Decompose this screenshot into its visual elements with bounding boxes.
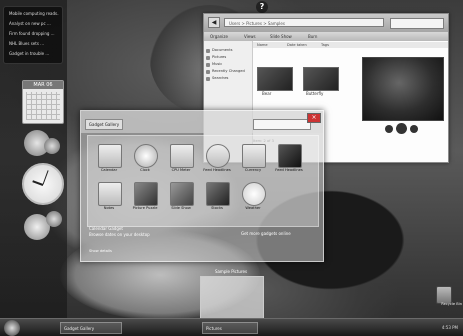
explorer-toolbar: Organize Views Slide Show Burn bbox=[204, 32, 448, 41]
nav-item[interactable]: Recently Changed bbox=[212, 69, 245, 74]
column-date[interactable]: Date taken bbox=[287, 42, 307, 48]
news-gadget[interactable]: Mobile computing reads... Analyst on new… bbox=[3, 6, 63, 64]
file-label[interactable]: Butterfly bbox=[306, 91, 323, 96]
folder-icon bbox=[206, 77, 210, 81]
gallery-titlebar[interactable]: Gadget Gallery × bbox=[81, 111, 323, 133]
file-thumbnail[interactable] bbox=[257, 67, 293, 91]
photo-preview[interactable] bbox=[362, 57, 444, 121]
gadget-puzzle-icon[interactable] bbox=[134, 182, 158, 206]
gadget-label: Currency bbox=[244, 168, 262, 172]
taskbar: Gadget Gallery Pictures 4:53 PM bbox=[0, 318, 463, 336]
gallery-search-input[interactable] bbox=[253, 119, 311, 130]
clock-gadget[interactable] bbox=[22, 163, 64, 205]
gadget-stocks-icon[interactable] bbox=[206, 182, 230, 206]
gadget-description: Calendar Gadget Browse dates on your des… bbox=[89, 226, 209, 238]
news-item[interactable]: Analyst on new pc ... bbox=[9, 21, 59, 26]
calendar-grid bbox=[26, 92, 60, 120]
file-label[interactable]: Bear bbox=[262, 91, 271, 96]
gadget-feed-icon[interactable] bbox=[206, 144, 230, 168]
news-item[interactable]: NHL Blues sets ... bbox=[9, 41, 59, 46]
gadget-label: Feed Headlines bbox=[203, 168, 231, 172]
file-thumbnail[interactable] bbox=[303, 67, 339, 91]
gadget-gallery-window[interactable]: Gadget Gallery × Calendar Clock CPU Mete… bbox=[80, 110, 324, 262]
more-gadgets-link[interactable]: Get more gadgets online bbox=[241, 231, 321, 237]
toolbar-organize[interactable]: Organize bbox=[210, 32, 228, 41]
gadget-slideshow-icon[interactable] bbox=[170, 182, 194, 206]
play-button[interactable] bbox=[396, 123, 407, 134]
gadget-label: CPU Meter bbox=[171, 168, 191, 172]
gadget-currency-icon[interactable] bbox=[242, 144, 266, 168]
back-button[interactable]: ◀ bbox=[208, 17, 220, 28]
gadget-label: Calendar bbox=[100, 168, 118, 172]
gadget-label: Stocks bbox=[211, 206, 223, 210]
gadget-label: Clock bbox=[140, 168, 150, 172]
nav-item[interactable]: Searches bbox=[212, 76, 228, 81]
next-button[interactable] bbox=[410, 125, 418, 133]
gadget-label: Feed Headlines bbox=[275, 168, 303, 172]
address-bar[interactable]: Users > Pictures > Samples bbox=[224, 18, 384, 27]
gadget-label: Slide Show bbox=[171, 206, 191, 210]
gadget-notes-icon[interactable] bbox=[98, 182, 122, 206]
recycle-bin-label: Recycle Bin bbox=[441, 302, 462, 306]
previous-button[interactable] bbox=[385, 125, 393, 133]
taskbar-thumbnail-preview[interactable] bbox=[200, 276, 264, 320]
gadget-label: Weather bbox=[245, 206, 261, 210]
folder-icon bbox=[206, 63, 210, 67]
folder-icon bbox=[206, 70, 210, 74]
gadget-cpu-icon[interactable] bbox=[170, 144, 194, 168]
toolbar-burn[interactable]: Burn bbox=[308, 32, 317, 41]
nav-item[interactable]: Music bbox=[212, 62, 222, 67]
column-headers: Name Date taken Tags bbox=[253, 42, 448, 48]
gallery-tab[interactable]: Gadget Gallery bbox=[85, 119, 123, 130]
sidebar: Mobile computing reads... Analyst on new… bbox=[0, 0, 67, 318]
calendar-gadget[interactable]: MAR 06 bbox=[22, 80, 64, 124]
column-tags[interactable]: Tags bbox=[321, 42, 329, 48]
gadget-label: Picture Puzzle bbox=[132, 206, 158, 210]
taskbar-button[interactable]: Gadget Gallery bbox=[60, 322, 122, 334]
system-tray-clock[interactable]: 4:53 PM bbox=[378, 322, 458, 334]
calendar-month: MAR 06 bbox=[23, 81, 63, 89]
folder-icon bbox=[206, 49, 210, 53]
column-name[interactable]: Name bbox=[257, 42, 268, 48]
help-icon[interactable]: ? bbox=[256, 1, 268, 13]
toolbar-views[interactable]: Views bbox=[244, 32, 256, 41]
taskbar-button[interactable]: Pictures bbox=[202, 322, 258, 334]
start-button[interactable] bbox=[4, 320, 20, 336]
gadget-weather-icon[interactable] bbox=[242, 182, 266, 206]
description-text: Browse dates on your desktop bbox=[89, 232, 150, 237]
toolbar-slideshow[interactable]: Slide Show bbox=[270, 32, 292, 41]
taskbar-preview-title: Sample Pictures bbox=[214, 269, 248, 274]
clock-minute-hand bbox=[42, 170, 49, 185]
close-button[interactable]: × bbox=[307, 113, 321, 123]
nav-item[interactable]: Documents bbox=[212, 48, 233, 53]
news-item[interactable]: Gadget in trouble ... bbox=[9, 51, 59, 56]
explorer-titlebar[interactable]: ◀ Users > Pictures > Samples bbox=[204, 14, 448, 32]
gadget-label: Notes bbox=[103, 206, 115, 210]
news-item[interactable]: Firm found dropping ... bbox=[9, 31, 59, 36]
show-details-toggle[interactable]: Show details bbox=[89, 249, 129, 254]
desktop: ? Mobile computing reads... Analyst on n… bbox=[0, 0, 463, 336]
gadget-calendar-icon[interactable] bbox=[98, 144, 122, 168]
folder-icon bbox=[206, 56, 210, 60]
gadget-list: Calendar Clock CPU Meter Feed Headlines … bbox=[87, 135, 319, 227]
nav-item[interactable]: Pictures bbox=[212, 55, 226, 60]
news-item[interactable]: Mobile computing reads... bbox=[9, 11, 59, 16]
gadget-feed2-icon[interactable] bbox=[278, 144, 302, 168]
search-input[interactable] bbox=[390, 18, 444, 29]
cpu-meter-gauge-small bbox=[44, 138, 60, 154]
meter-gadget-small bbox=[46, 211, 62, 227]
gadget-clock-icon[interactable] bbox=[134, 144, 158, 168]
